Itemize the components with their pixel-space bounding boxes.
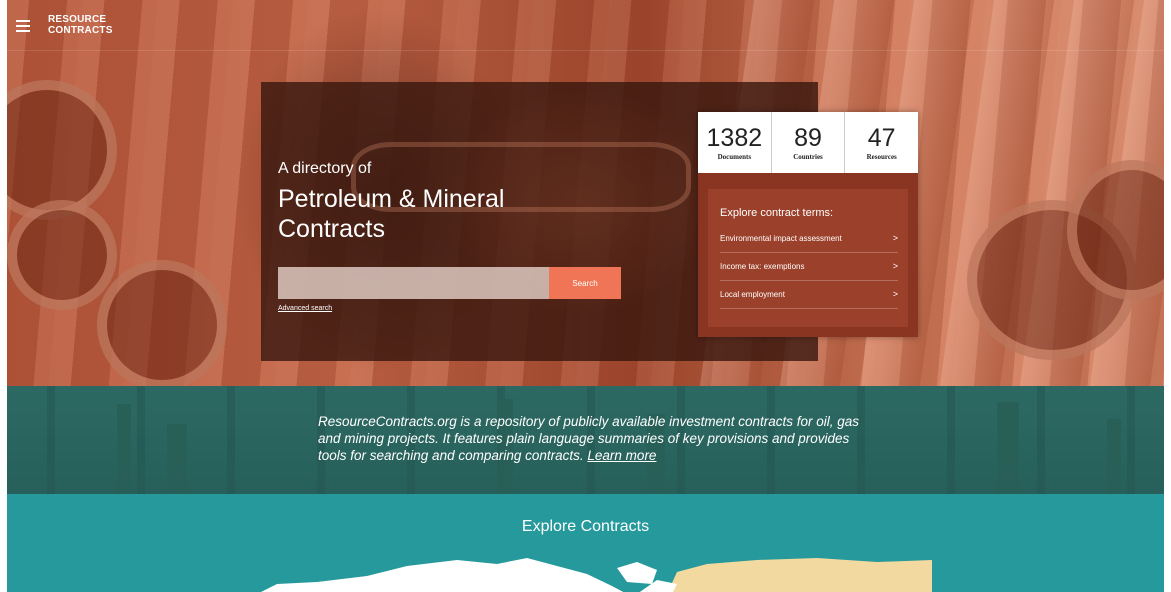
term-item-environmental-impact[interactable]: Environmental impact assessment > xyxy=(720,225,898,253)
term-item-local-employment[interactable]: Local employment > xyxy=(720,281,898,309)
chevron-right-icon: > xyxy=(892,261,898,271)
stat-number: 1382 xyxy=(706,124,763,152)
stat-documents[interactable]: 1382 Documents xyxy=(698,112,772,173)
logo-line1: RESOURCE xyxy=(48,14,107,25)
hero-background-decoration xyxy=(7,80,117,220)
explore-section: Explore Contracts xyxy=(7,494,1164,592)
page: RESOURCE CONTRACTS A directory of Petrol… xyxy=(7,0,1164,592)
about-text: ResourceContracts.org is a repository of… xyxy=(318,413,878,464)
map-region[interactable] xyxy=(257,558,627,592)
explore-terms-heading: Explore contract terms: xyxy=(720,207,834,219)
stat-resources[interactable]: 47 Resources xyxy=(845,112,918,173)
stat-label: Documents xyxy=(717,153,752,161)
tagline-small: A directory of xyxy=(278,160,372,177)
world-map[interactable] xyxy=(257,554,932,592)
about-background-decoration xyxy=(167,424,187,494)
logo-line2: CONTRACTS xyxy=(48,25,113,36)
stat-number: 89 xyxy=(794,124,822,152)
search-input[interactable] xyxy=(278,267,549,299)
hero-background-decoration xyxy=(97,260,227,386)
about-background-decoration xyxy=(997,402,1019,494)
stat-number: 47 xyxy=(867,124,896,152)
menu-icon[interactable] xyxy=(16,20,30,32)
learn-more-link[interactable]: Learn more xyxy=(587,448,656,463)
tagline-heading: Petroleum & Mineral Contracts xyxy=(278,185,505,243)
explore-title: Explore Contracts xyxy=(521,518,650,535)
map-region[interactable] xyxy=(667,558,932,592)
term-label: Income tax: exemptions xyxy=(720,262,805,271)
stat-label: Resources xyxy=(866,153,897,161)
term-label: Environmental impact assessment xyxy=(720,234,842,243)
about-background-decoration xyxy=(1107,419,1121,494)
term-item-income-tax[interactable]: Income tax: exemptions > xyxy=(720,253,898,281)
top-navigation-bar: RESOURCE CONTRACTS xyxy=(7,0,1164,51)
chevron-right-icon: > xyxy=(892,289,898,299)
about-background-decoration xyxy=(117,404,131,494)
search-button[interactable]: Search xyxy=(549,267,621,299)
stats-row: 1382 Documents 89 Countries 47 Resources xyxy=(698,112,918,173)
stat-label: Countries xyxy=(793,153,823,161)
stat-countries[interactable]: 89 Countries xyxy=(772,112,846,173)
chevron-right-icon: > xyxy=(892,233,898,243)
map-region[interactable] xyxy=(617,562,657,584)
about-band: ResourceContracts.org is a repository of… xyxy=(7,386,1164,494)
hero-section: RESOURCE CONTRACTS A directory of Petrol… xyxy=(7,0,1164,386)
term-label: Local employment xyxy=(720,290,785,299)
explore-terms-panel: Explore contract terms: Environmental im… xyxy=(708,189,908,327)
site-logo[interactable]: RESOURCE CONTRACTS xyxy=(48,14,113,36)
hero-background-decoration xyxy=(7,200,117,310)
advanced-search-link[interactable]: Advanced search xyxy=(278,305,332,312)
stats-card: 1382 Documents 89 Countries 47 Resources… xyxy=(698,112,918,337)
